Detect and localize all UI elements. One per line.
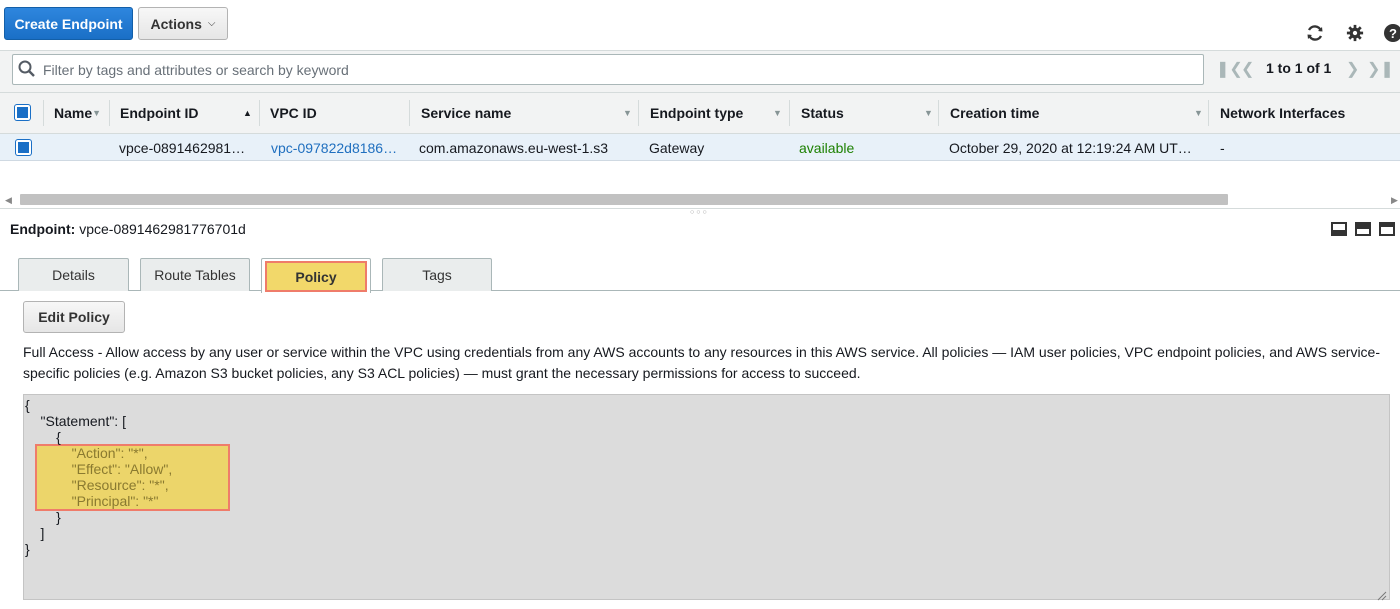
column-creation-time[interactable]: Creation time bbox=[950, 92, 1039, 134]
cell-service-name: com.amazonaws.eu-west-1.s3 bbox=[419, 139, 609, 156]
panel-bottom-icon[interactable] bbox=[1331, 222, 1347, 236]
policy-line: "Effect": "Allow", bbox=[25, 461, 173, 477]
select-all-checkbox[interactable] bbox=[15, 105, 30, 120]
scrollbar-thumb[interactable] bbox=[20, 194, 1228, 205]
policy-line: ] bbox=[25, 525, 45, 541]
policy-line: { bbox=[25, 429, 61, 445]
tab-details[interactable]: Details bbox=[18, 258, 129, 291]
policy-line: } bbox=[25, 509, 61, 525]
first-page-icon[interactable]: ❚❮ bbox=[1216, 58, 1243, 80]
cell-vpc-id-link[interactable]: vpc-097822d8186… bbox=[271, 134, 403, 161]
column-endpoint-type-label: Endpoint type bbox=[650, 105, 744, 121]
column-status-label: Status bbox=[801, 105, 844, 121]
svg-text:?: ? bbox=[1389, 26, 1397, 41]
search-input[interactable]: Filter by tags and attributes or search … bbox=[12, 54, 1204, 85]
column-name-label: Name bbox=[54, 105, 93, 121]
policy-line: "Principal": "*" bbox=[25, 493, 159, 509]
previous-page-icon[interactable]: ❮ bbox=[1241, 58, 1254, 80]
column-network-interfaces-label: Network Interfaces bbox=[1220, 105, 1346, 121]
endpoint-heading: Endpoint: vpce-0891462981776701d bbox=[10, 221, 246, 237]
sort-ascending-icon: ▲ bbox=[243, 108, 252, 118]
search-placeholder: Filter by tags and attributes or search … bbox=[43, 61, 349, 78]
column-vpc-id-label: VPC ID bbox=[270, 105, 317, 121]
actions-label: Actions bbox=[150, 15, 202, 32]
next-page-icon[interactable]: ❯ bbox=[1346, 58, 1359, 80]
cell-name bbox=[54, 134, 104, 161]
sort-icon: ▼ bbox=[1194, 108, 1203, 118]
sort-icon: ▼ bbox=[623, 108, 632, 118]
tab-tags[interactable]: Tags bbox=[382, 258, 492, 291]
column-service-name[interactable]: Service name bbox=[421, 92, 511, 134]
tab-policy[interactable]: Policy bbox=[265, 261, 367, 292]
column-vpc-id[interactable]: VPC ID bbox=[270, 92, 317, 134]
column-creation-time-label: Creation time bbox=[950, 105, 1040, 121]
scroll-left-icon[interactable]: ◀ bbox=[5, 195, 12, 206]
search-icon bbox=[18, 60, 36, 78]
endpoint-label: Endpoint: bbox=[10, 221, 76, 237]
policy-line: "Resource": "*", bbox=[25, 477, 169, 493]
cell-status: available bbox=[799, 139, 855, 156]
column-endpoint-id-label: Endpoint ID bbox=[120, 105, 199, 121]
refresh-icon[interactable] bbox=[1304, 22, 1326, 44]
policy-line: } bbox=[25, 541, 30, 557]
cell-network-interfaces: - bbox=[1220, 139, 1225, 156]
column-name[interactable]: Name ▼ bbox=[54, 92, 101, 134]
gear-icon[interactable] bbox=[1344, 22, 1366, 44]
endpoint-id-value: vpce-0891462981776701d bbox=[79, 221, 246, 237]
sort-icon: ▼ bbox=[773, 108, 782, 118]
panel-top-icon[interactable] bbox=[1379, 222, 1395, 236]
last-page-icon[interactable]: ❯❚ bbox=[1367, 58, 1394, 80]
pagination-text: 1 to 1 of 1 bbox=[1266, 60, 1332, 76]
column-service-name-label: Service name bbox=[421, 105, 512, 121]
column-network-interfaces[interactable]: Network Interfaces bbox=[1220, 92, 1345, 134]
column-status[interactable]: Status bbox=[801, 92, 844, 134]
cell-endpoint-type: Gateway bbox=[649, 139, 705, 156]
column-endpoint-id[interactable]: Endpoint ID bbox=[120, 92, 199, 134]
cell-endpoint-id: vpce-0891462981… bbox=[119, 139, 246, 156]
policy-description: Full Access - Allow access by any user o… bbox=[23, 344, 1381, 381]
create-endpoint-button[interactable]: Create Endpoint bbox=[4, 7, 133, 40]
policy-line: "Statement": [ bbox=[25, 413, 126, 429]
resize-grip-icon[interactable] bbox=[1377, 588, 1387, 604]
actions-button[interactable]: Actions ⌵ bbox=[138, 7, 228, 40]
tab-route-tables[interactable]: Route Tables bbox=[140, 258, 250, 291]
policy-line: { bbox=[25, 397, 30, 413]
scroll-right-icon[interactable]: ▶ bbox=[1391, 195, 1398, 206]
policy-line: "Action": "*", bbox=[25, 445, 148, 461]
drag-handle-icon[interactable]: ○○○ bbox=[690, 209, 709, 216]
edit-policy-button[interactable]: Edit Policy bbox=[23, 301, 125, 333]
chevron-down-icon: ⌵ bbox=[207, 18, 216, 29]
help-icon[interactable]: ? bbox=[1382, 22, 1400, 44]
column-endpoint-type[interactable]: Endpoint type bbox=[650, 92, 743, 134]
row-checkbox[interactable] bbox=[16, 140, 31, 155]
sort-icon: ▼ bbox=[92, 108, 102, 118]
panel-half-icon[interactable] bbox=[1355, 222, 1371, 236]
cell-creation-time: October 29, 2020 at 12:19:24 AM UT… bbox=[949, 139, 1192, 156]
sort-icon: ▼ bbox=[924, 108, 933, 118]
